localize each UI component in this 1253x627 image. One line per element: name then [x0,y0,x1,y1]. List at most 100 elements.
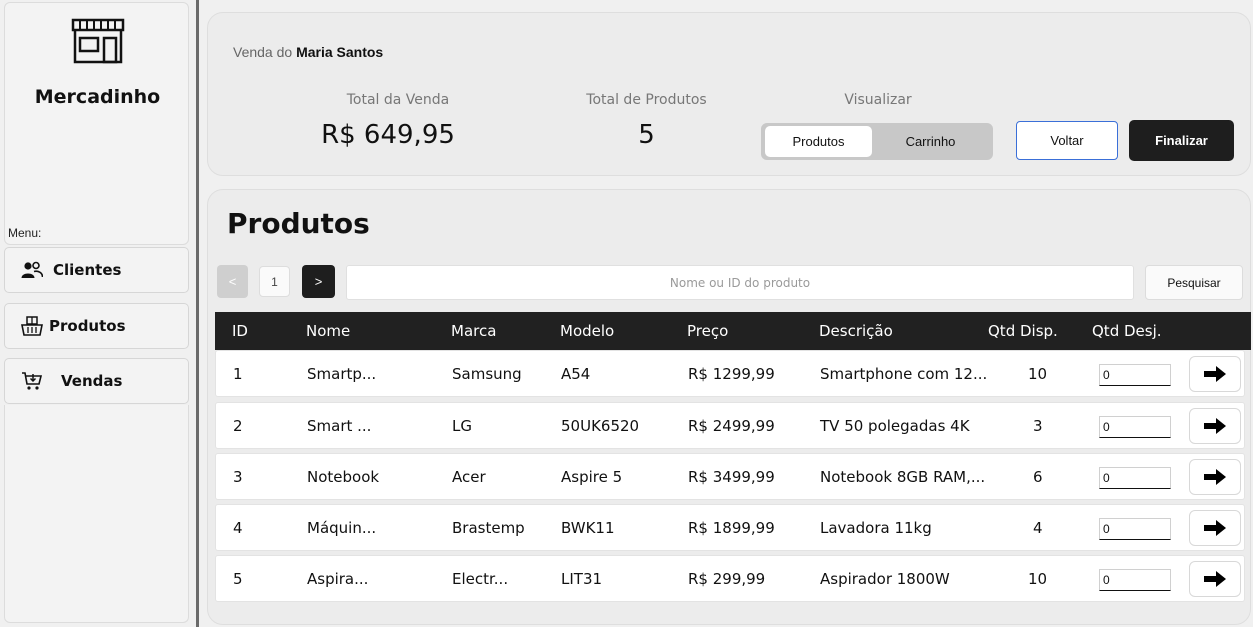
quantity-input[interactable] [1099,416,1171,438]
cell-id: 4 [233,519,243,537]
table-row: 1 Smartp... Samsung A54 R$ 1299,99 Smart… [215,350,1245,397]
cell-preco: R$ 1899,99 [688,519,775,537]
cell-nome: Notebook [307,468,380,486]
table-row: 4 Máquin... Brastemp BWK11 R$ 1899,99 La… [215,504,1245,551]
cell-marca: Brastemp [452,519,525,537]
cell-marca: Samsung [452,365,522,383]
cell-preco: R$ 2499,99 [688,417,775,435]
column-header: Qtd Desj. [1092,322,1162,340]
products-card: Produtos < 1 > Pesquisar ID Nome Marca M… [207,189,1251,625]
cell-marca: LG [452,417,472,435]
sidebar-item-vendas[interactable]: Vendas [4,358,189,404]
add-to-cart-button[interactable] [1189,561,1241,597]
cell-preco: R$ 299,99 [688,570,766,588]
sidebar: Mercadinho Menu: Clientes Produtos Venda… [0,0,193,627]
client-name: Maria Santos [296,44,384,60]
add-to-cart-button[interactable] [1189,459,1241,495]
cell-id: 2 [233,417,243,435]
cell-qtd-disp: 10 [1028,365,1048,383]
search-input[interactable] [346,265,1134,300]
cart-icon [21,370,43,392]
column-header: Modelo [560,322,615,340]
sidebar-item-label: Produtos [49,317,126,335]
cell-modelo: LIT31 [561,570,603,588]
column-header: Preço [687,322,729,340]
sidebar-item-label: Vendas [61,372,123,390]
sale-prefix: Venda do [233,44,293,60]
arrow-right-icon [1204,571,1226,587]
view-toggle: Produtos Carrinho [761,123,993,160]
sidebar-empty-area [4,405,189,623]
store-icon [70,17,126,70]
table-row: 2 Smart ... LG 50UK6520 R$ 2499,99 TV 50… [215,402,1245,449]
total-sale-label: Total da Venda [346,92,450,108]
quantity-input[interactable] [1099,364,1171,386]
cell-modelo: 50UK6520 [561,417,640,435]
pagination-next-button[interactable]: > [302,265,335,298]
cell-qtd-disp: 4 [1033,519,1043,537]
cell-nome: Smartp... [307,365,377,383]
finish-button[interactable]: Finalizar [1129,120,1234,161]
sidebar-item-clientes[interactable]: Clientes [4,247,189,293]
search-button[interactable]: Pesquisar [1145,265,1243,300]
column-header: Descrição [819,322,893,340]
back-button[interactable]: Voltar [1016,121,1118,160]
sidebar-item-produtos[interactable]: Produtos [4,303,189,349]
page-title: Produtos [227,207,370,240]
column-header: Nome [306,322,351,340]
cell-preco: R$ 1299,99 [688,365,775,383]
arrow-right-icon [1204,469,1226,485]
pagination-page-number[interactable]: 1 [259,266,290,297]
cell-qtd-disp: 6 [1033,468,1043,486]
cell-descricao: Lavadora 11kg [820,519,932,537]
cell-id: 3 [233,468,243,486]
table-header: ID Nome Marca Modelo Preço Descrição Qtd… [215,312,1251,350]
menu-label: Menu: [8,226,42,240]
quantity-input[interactable] [1099,569,1171,591]
cell-modelo: Aspire 5 [561,468,623,486]
quantity-input[interactable] [1099,467,1171,489]
cell-descricao: Notebook 8GB RAM,... [820,468,986,486]
add-to-cart-button[interactable] [1189,356,1241,392]
view-option-carrinho[interactable]: Carrinho [872,126,989,157]
total-sale-value: R$ 649,95 [321,120,455,150]
quantity-input[interactable] [1099,518,1171,540]
logo-card: Mercadinho [4,2,189,245]
sidebar-item-label: Clientes [53,261,122,279]
cell-preco: R$ 3499,99 [688,468,775,486]
total-products-value: 5 [638,120,655,150]
column-header: Marca [451,322,497,340]
cell-nome: Máquin... [307,519,377,537]
sale-summary-card: Venda do Maria Santos Total da Venda R$ … [207,12,1251,176]
cell-descricao: TV 50 polegadas 4K [820,417,970,435]
cell-qtd-disp: 3 [1033,417,1043,435]
cell-marca: Acer [452,468,486,486]
cell-nome: Aspira... [307,570,369,588]
total-products-label: Total de Produtos [586,92,707,108]
users-icon [21,259,43,281]
sale-title: Venda do Maria Santos [233,44,383,60]
app-name: Mercadinho [34,86,161,108]
cell-qtd-disp: 10 [1028,570,1048,588]
view-option-produtos[interactable]: Produtos [765,126,872,157]
arrow-right-icon [1204,520,1226,536]
cell-modelo: A54 [561,365,591,383]
pagination-prev-button[interactable]: < [217,265,248,298]
add-to-cart-button[interactable] [1189,510,1241,546]
add-to-cart-button[interactable] [1189,408,1241,444]
table-row: 3 Notebook Acer Aspire 5 R$ 3499,99 Note… [215,453,1245,500]
cell-marca: Electr... [452,570,509,588]
column-header: Qtd Disp. [988,322,1058,340]
cell-descricao: Smartphone com 12... [820,365,988,383]
arrow-right-icon [1204,418,1226,434]
cell-id: 5 [233,570,243,588]
sidebar-divider [196,0,199,627]
view-label: Visualizar [844,92,912,108]
table-row: 5 Aspira... Electr... LIT31 R$ 299,99 As… [215,555,1245,602]
cell-descricao: Aspirador 1800W [820,570,950,588]
cell-id: 1 [233,365,243,383]
basket-icon [21,315,43,337]
cell-nome: Smart ... [307,417,372,435]
column-header: ID [232,322,248,340]
arrow-right-icon [1204,366,1226,382]
